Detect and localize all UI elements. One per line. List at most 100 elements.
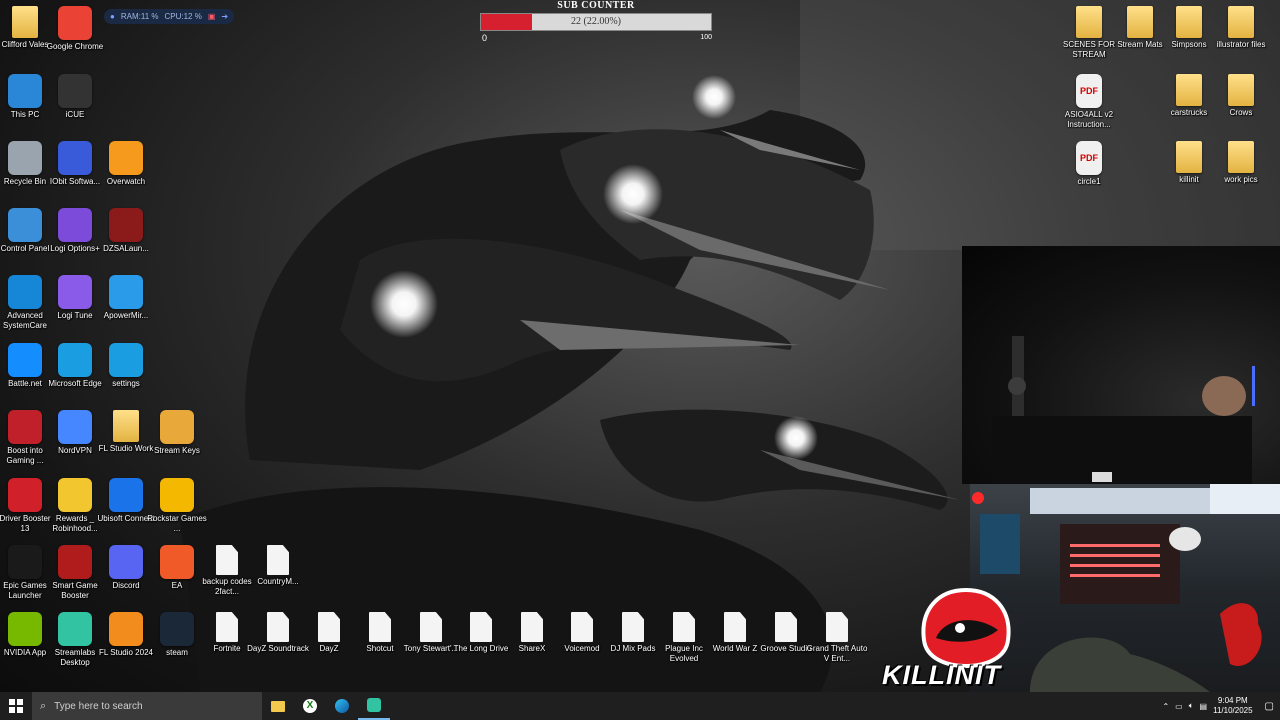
settings-edge-icon	[109, 343, 143, 377]
desktop-icon[interactable]: DZSALaun...	[97, 208, 155, 274]
desktop-icon[interactable]: CountryM...	[249, 545, 307, 611]
desktop-icon-label: Google Chrome	[46, 42, 104, 51]
desktop-icon[interactable]: Rewards _ Robinhood...	[46, 478, 104, 544]
document-icon	[673, 612, 695, 642]
folder-icon	[1176, 74, 1202, 106]
desktop-icon-label: iCUE	[65, 110, 85, 119]
desktop-icon[interactable]: settings	[97, 343, 155, 409]
desktop-icon[interactable]: SCENES FOR STREAM	[1060, 6, 1118, 72]
desktop-icon[interactable]: IObit Softwa...	[46, 141, 104, 207]
clock-time: 9:04 PM	[1217, 696, 1248, 705]
desktop-icon-label: circle1	[1077, 177, 1101, 186]
desktop-icon-label: CountryM...	[257, 577, 299, 586]
desktop-icon[interactable]: Grand Theft Auto V Ent...	[807, 612, 867, 678]
folder-icon	[1176, 141, 1202, 173]
windows-icon	[9, 699, 23, 713]
desktop-icon-label: Overwatch	[106, 177, 146, 186]
taskbar-search-box[interactable]: ⌕ Type here to search	[32, 692, 262, 720]
desktop-icon[interactable]: Crows	[1212, 74, 1270, 140]
control-panel-icon	[8, 208, 42, 242]
xbox-icon: X	[303, 699, 317, 713]
icue-icon	[58, 74, 92, 108]
desktop-icon[interactable]: Logi Tune	[46, 275, 104, 341]
edge-icon	[58, 343, 92, 377]
desktop-icon-label: work pics	[1224, 175, 1258, 184]
desktop-icon[interactable]: Smart Game Booster	[46, 545, 104, 611]
steam-icon	[160, 612, 194, 646]
desktop-icon[interactable]: Streamlabs Desktop	[46, 612, 104, 678]
desktop-icon[interactable]: Rockstar Games ...	[147, 478, 207, 544]
stream-keys-icon	[160, 410, 194, 444]
folder-icon	[1127, 6, 1153, 38]
desktop-icon[interactable]: work pics	[1212, 141, 1270, 207]
sub-counter-title: SUB COUNTER	[557, 0, 635, 11]
desktop-icon[interactable]: illustrator files	[1212, 6, 1270, 72]
ram-usage: RAM:11 %	[120, 12, 159, 21]
desktop-icon[interactable]: PDF circle1	[1060, 141, 1118, 207]
recycle-bin-icon	[8, 141, 42, 175]
document-icon	[267, 545, 289, 575]
notifications-icon[interactable]: ▢	[1265, 701, 1274, 712]
desktop-icon[interactable]: Logi Options+	[46, 208, 104, 274]
desktop-icon[interactable]: iCUE	[46, 74, 104, 140]
document-icon	[775, 612, 797, 642]
start-button[interactable]	[0, 692, 32, 720]
desktop-icon[interactable]: FL Studio 2024	[97, 612, 155, 678]
desktop-icon[interactable]: Microsoft Edge	[46, 343, 104, 409]
apowermirror-icon	[109, 275, 143, 309]
document-icon	[622, 612, 644, 642]
system-tray: ⌃ ▭ 🔈︎ ▤ 9:04 PM 11/10/2025 ▢	[1162, 692, 1280, 720]
sub-counter-max: 100	[700, 34, 712, 41]
document-icon	[521, 612, 543, 642]
desktop-icon[interactable]: Overwatch	[97, 141, 155, 207]
cpu-usage: CPU:12 %	[164, 12, 202, 21]
webcam-hands-image	[992, 336, 1255, 484]
taskbar-clock[interactable]: 9:04 PM 11/10/2025	[1213, 696, 1252, 716]
folder-icon	[1228, 141, 1254, 173]
taskbar-file-explorer[interactable]	[262, 692, 294, 720]
star-icon	[58, 478, 92, 512]
ea-icon	[160, 545, 194, 579]
desktop-icon[interactable]: Discord	[97, 545, 155, 611]
desktop-icon[interactable]: PDF ASIO4ALL v2 Instruction...	[1060, 74, 1118, 140]
desktop-icon[interactable]: killinit	[1160, 141, 1218, 207]
document-icon	[420, 612, 442, 642]
taskbar-xbox[interactable]: X	[294, 692, 326, 720]
webcam-room-overlay	[970, 484, 1280, 692]
chevron-up-icon[interactable]: ⌃	[1162, 702, 1169, 711]
pdf-icon: PDF	[1076, 141, 1102, 175]
desktop-icon[interactable]: Ubisoft Connect	[97, 478, 155, 544]
streamlabs-icon	[58, 612, 92, 646]
network-icon[interactable]: ▭	[1175, 702, 1183, 711]
desktop-icon-label: ApowerMir...	[103, 311, 149, 320]
system-monitor-widget[interactable]: ● RAM:11 % CPU:12 % ▣ ➔	[104, 9, 235, 24]
desktop-icon[interactable]: ApowerMir...	[97, 275, 155, 341]
desktop-icon[interactable]: Simpsons	[1160, 6, 1218, 72]
desktop-icon[interactable]: Google Chrome	[46, 6, 104, 72]
sub-counter-min: 0	[482, 33, 488, 43]
epic-games-icon	[8, 545, 42, 579]
document-icon	[571, 612, 593, 642]
webcam-hands-overlay	[962, 246, 1280, 484]
speaker-icon[interactable]: 🔈︎	[1189, 701, 1194, 711]
desktop-icon[interactable]: NordVPN	[46, 410, 104, 476]
search-icon: ⌕	[40, 699, 47, 712]
desktop-icon-label: Stream Keys	[154, 446, 200, 455]
desktop-icon-label: ASIO4ALL v2 Instruction...	[1064, 110, 1114, 129]
keyboard-icon[interactable]: ▤	[1200, 702, 1208, 711]
fl-folder-icon	[113, 410, 139, 442]
desktop-icon[interactable]: Stream Keys	[148, 410, 206, 476]
camera-icon: ▣	[207, 12, 216, 21]
taskbar-streamlabs[interactable]	[358, 692, 390, 720]
folder-icon	[1176, 6, 1202, 38]
taskbar-edge[interactable]	[326, 692, 358, 720]
desktop-icon[interactable]: FL Studio Work	[97, 410, 155, 476]
game-booster-icon	[58, 545, 92, 579]
desktop-icon-label: DZSALaun...	[103, 244, 149, 253]
desktop-icon[interactable]: carstrucks	[1160, 74, 1218, 140]
driver-booster-icon	[8, 478, 42, 512]
brand-logo-text: KILLINIT	[882, 660, 1001, 690]
systemcare-icon	[8, 275, 42, 309]
document-icon	[318, 612, 340, 642]
sub-counter-bar: 22 (22.00%)	[480, 13, 712, 31]
